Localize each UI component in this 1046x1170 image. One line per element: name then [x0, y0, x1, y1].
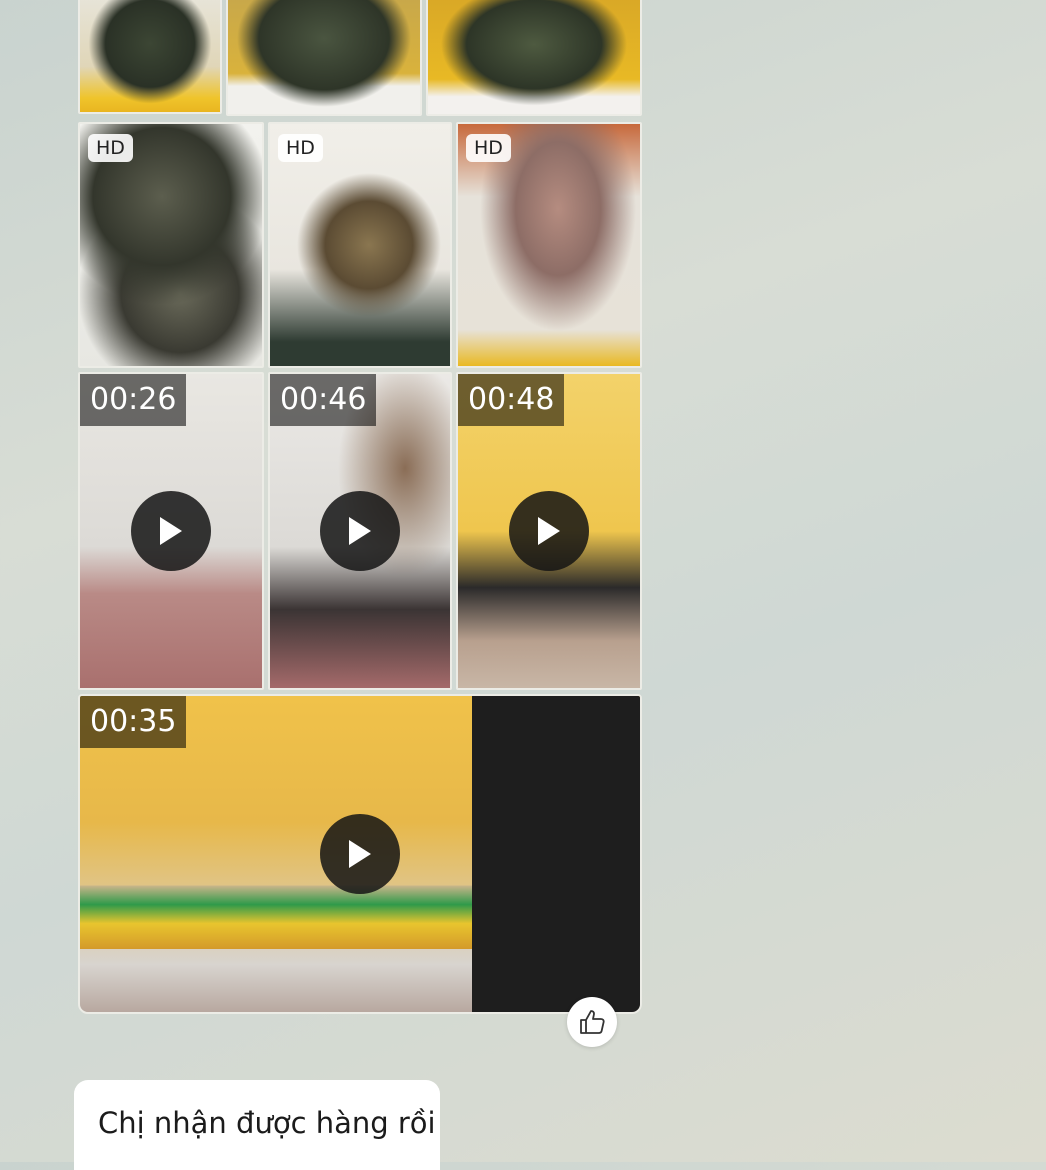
- video-wide[interactable]: 00:35: [78, 694, 642, 1014]
- photo-crabs-box[interactable]: HD: [78, 122, 264, 368]
- play-button[interactable]: [509, 491, 589, 571]
- message-bubble[interactable]: Chị nhận được hàng rồi: [74, 1080, 440, 1170]
- play-icon: [349, 517, 371, 545]
- video-duration: 00:46: [270, 374, 377, 426]
- hd-badge: HD: [278, 134, 323, 162]
- photo-frozen-seafood[interactable]: HD: [456, 122, 642, 368]
- message-text: Chị nhận được hàng rồi: [98, 1106, 436, 1140]
- video-packing-3[interactable]: 00:48: [456, 372, 642, 690]
- play-icon: [349, 840, 371, 868]
- chat-thread: HD HD HD 00:26 00:46 00:48 00:35 Chị nhậ…: [0, 0, 1046, 1170]
- play-icon: [538, 517, 560, 545]
- photo-lobster-2[interactable]: [226, 0, 422, 116]
- hd-badge: HD: [466, 134, 511, 162]
- thumbs-up-icon: [580, 1010, 605, 1034]
- photo-crab-hand[interactable]: HD: [268, 122, 452, 368]
- play-button[interactable]: [131, 491, 211, 571]
- play-icon: [160, 517, 182, 545]
- video-duration: 00:26: [80, 374, 187, 426]
- video-duration: 00:35: [80, 696, 187, 748]
- hd-badge: HD: [88, 134, 133, 162]
- photo-lobster-3[interactable]: [426, 0, 642, 116]
- video-packing-1[interactable]: 00:26: [78, 372, 264, 690]
- play-button[interactable]: [320, 814, 400, 894]
- thumbs-up-reaction[interactable]: [567, 997, 617, 1047]
- photo-lobster-1[interactable]: [78, 0, 222, 114]
- video-duration: 00:48: [458, 374, 565, 426]
- video-packing-2[interactable]: 00:46: [268, 372, 452, 690]
- play-button[interactable]: [320, 491, 400, 571]
